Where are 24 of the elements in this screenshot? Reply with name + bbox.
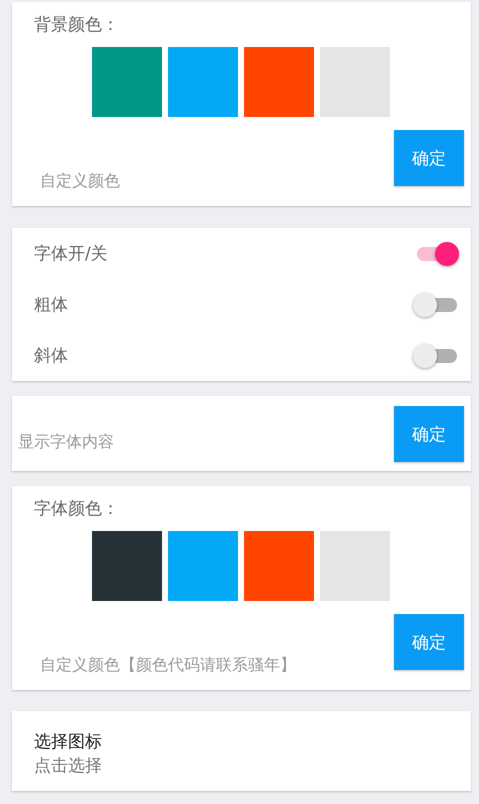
- color-swatch[interactable]: [168, 531, 238, 601]
- toggle-label: 粗体: [34, 294, 68, 316]
- item-title: 选择图标: [34, 731, 102, 754]
- toggle-label: 字体开/关: [34, 243, 108, 265]
- icon-picker-item[interactable]: 选择图标 点击选择: [12, 711, 471, 791]
- color-swatch[interactable]: [244, 47, 314, 117]
- color-input-field[interactable]: 自定义颜色: [12, 169, 394, 191]
- section-label: 背景颜色：: [34, 14, 119, 36]
- color-input-field[interactable]: 自定义颜色【颜色代码请联系骚年】: [12, 653, 394, 675]
- toggle-label: 斜体: [34, 345, 68, 367]
- color-swatch[interactable]: [92, 47, 162, 117]
- toggle-switch[interactable]: [413, 342, 459, 370]
- color-swatch[interactable]: [320, 531, 390, 601]
- color-swatch[interactable]: [244, 531, 314, 601]
- section-label: 字体颜色：: [34, 498, 119, 520]
- color-swatch[interactable]: [320, 47, 390, 117]
- item-subtitle: 点击选择: [34, 755, 103, 778]
- confirm-button[interactable]: 确定: [394, 406, 464, 462]
- confirm-button[interactable]: 确定: [394, 614, 464, 670]
- toggle-switch[interactable]: [413, 290, 459, 318]
- color-swatch[interactable]: [168, 47, 238, 117]
- color-swatch[interactable]: [92, 531, 162, 601]
- text-input-field[interactable]: 显示字体内容: [12, 430, 394, 452]
- confirm-button[interactable]: 确定: [394, 130, 464, 186]
